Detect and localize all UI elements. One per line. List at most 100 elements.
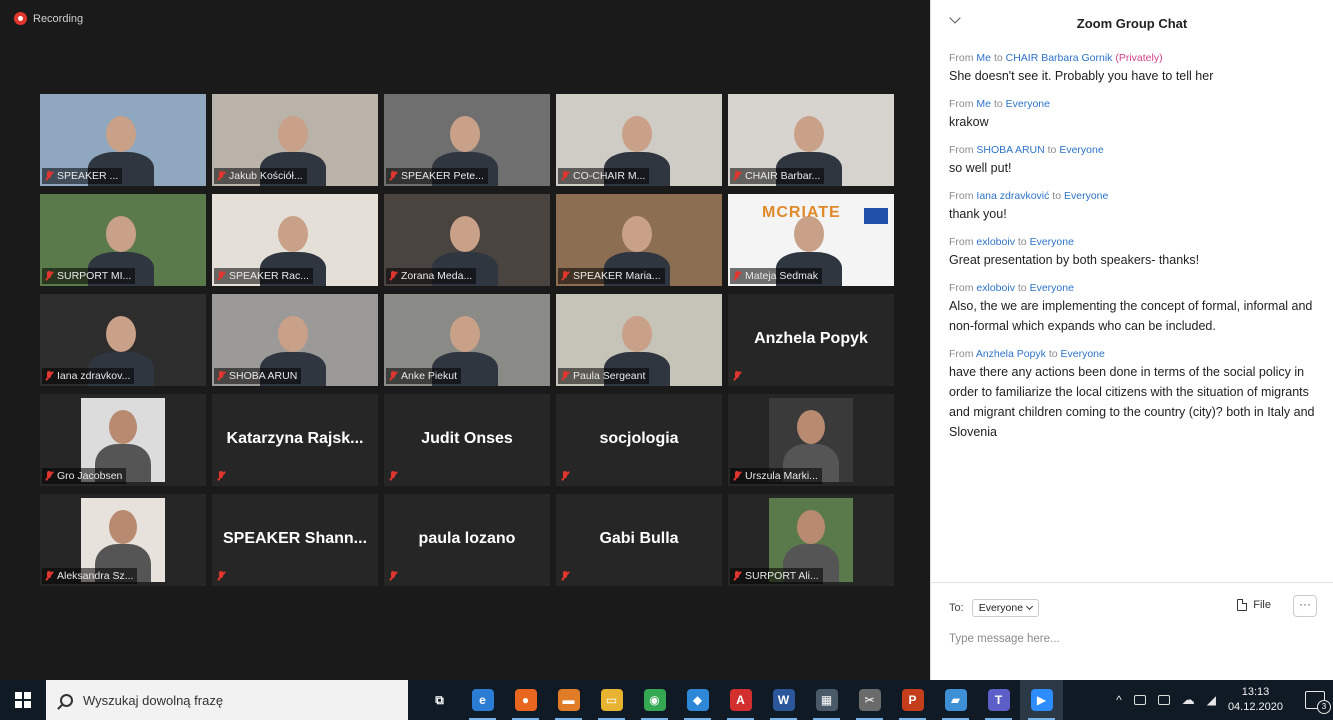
- collapse-chevron-icon[interactable]: [949, 12, 961, 24]
- muted-mic-icon: [216, 570, 226, 582]
- taskbar-app-powerpoint[interactable]: P: [891, 680, 934, 720]
- show-hidden-icons-icon[interactable]: ^: [1116, 693, 1122, 707]
- taskbar-app-chrome[interactable]: ◉: [633, 680, 676, 720]
- volume-icon[interactable]: ◢: [1207, 693, 1216, 707]
- taskbar-app-edge[interactable]: e: [461, 680, 504, 720]
- participant-tile[interactable]: MCRIATE Mateja Sedmak: [728, 194, 894, 286]
- taskbar-app-acrobat[interactable]: A: [719, 680, 762, 720]
- participant-tile[interactable]: SHOBA ARUN: [212, 294, 378, 386]
- participant-name: SPEAKER Pete...: [401, 170, 484, 182]
- message-sender-line: From SHOBA ARUN to Everyone: [949, 144, 1315, 156]
- to-label: To:: [949, 602, 964, 614]
- participant-tile[interactable]: SPEAKER Shann...: [212, 494, 378, 586]
- participant-tile[interactable]: SPEAKER Rac...: [212, 194, 378, 286]
- recording-indicator[interactable]: Recording: [14, 12, 83, 25]
- message-text: thank you!: [949, 207, 1007, 221]
- zoom-gallery-view: Recording SPEAKER ... Jakub Kościół... SPE…: [0, 0, 930, 680]
- message-text: so well put!: [949, 161, 1012, 175]
- participant-name-bar: Iana zdravkov...: [42, 368, 135, 384]
- participant-name: Gabi Bulla: [599, 530, 679, 547]
- chat-messages[interactable]: From Me to CHAIR Barbara Gornik (Private…: [931, 46, 1333, 442]
- chrome-icon: ◉: [643, 689, 666, 711]
- participant-tile[interactable]: Jakub Kościół...: [212, 94, 378, 186]
- taskbar-app-drive[interactable]: ◆: [676, 680, 719, 720]
- taskbar-app-screenshot-tool[interactable]: ✂: [848, 680, 891, 720]
- more-options-button[interactable]: ···: [1293, 595, 1317, 617]
- participant-tile[interactable]: Anke Piekut: [384, 294, 550, 386]
- recipient-name: Everyone: [1060, 348, 1105, 360]
- sender-name: exloboiv: [976, 282, 1015, 294]
- taskbar-app-firefox[interactable]: ●: [504, 680, 547, 720]
- message-text: Also, the we are implementing the concep…: [949, 299, 1313, 333]
- participant-tile[interactable]: Urszula Marki...: [728, 394, 894, 486]
- participant-tile[interactable]: CHAIR Barbar...: [728, 94, 894, 186]
- message-sender-line: From Anzhela Popyk to Everyone: [949, 348, 1315, 360]
- taskbar-app-files-app[interactable]: ▰: [934, 680, 977, 720]
- muted-mic-icon: [732, 370, 742, 382]
- file-icon: [1237, 599, 1248, 611]
- muted-mic-icon: [560, 370, 570, 382]
- to-label: to: [1017, 282, 1027, 294]
- participant-tile[interactable]: SPEAKER Maria...: [556, 194, 722, 286]
- taskbar-app-file-explorer[interactable]: ▭: [590, 680, 633, 720]
- participant-name-bar: SURPORT Ali...: [730, 568, 823, 584]
- to-label: to: [993, 98, 1003, 110]
- file-label: File: [1253, 599, 1271, 611]
- participant-tile[interactable]: socjologia: [556, 394, 722, 486]
- muted-mic-icon: [560, 170, 570, 182]
- participant-name: CHAIR Barbar...: [745, 170, 821, 182]
- network-icon[interactable]: [1133, 695, 1146, 705]
- taskbar-app-calculator[interactable]: ▦: [805, 680, 848, 720]
- muted-mic-icon: [388, 370, 398, 382]
- participant-tile[interactable]: Gabi Bulla: [556, 494, 722, 586]
- message-sender-line: From exloboiv to Everyone: [949, 282, 1315, 294]
- clock[interactable]: 13:13 04.12.2020: [1228, 685, 1283, 715]
- taskbar-app-task-view[interactable]: ⧉: [418, 680, 461, 720]
- battery-icon[interactable]: [1157, 695, 1170, 705]
- participant-tile[interactable]: Zorana Meda...: [384, 194, 550, 286]
- participant-tile[interactable]: SURPORT MI...: [40, 194, 206, 286]
- participant-tile[interactable]: Paula Sergeant: [556, 294, 722, 386]
- file-button[interactable]: File: [1237, 599, 1271, 611]
- recipient-name: Everyone: [1029, 282, 1074, 294]
- taskbar-app-teams[interactable]: T: [977, 680, 1020, 720]
- participant-tile[interactable]: Iana zdravkov...: [40, 294, 206, 386]
- action-center-icon[interactable]: 3: [1305, 691, 1331, 714]
- participant-tile[interactable]: Gro Jacobsen: [40, 394, 206, 486]
- participant-tile[interactable]: SPEAKER ...: [40, 94, 206, 186]
- participant-tile[interactable]: paula lozano: [384, 494, 550, 586]
- participant-name-bar: Urszula Marki...: [730, 468, 822, 484]
- chevron-down-icon: [1026, 602, 1034, 611]
- eu-flag-icon: [864, 208, 888, 224]
- participant-tile[interactable]: SPEAKER Pete...: [384, 94, 550, 186]
- muted-mic-icon: [560, 470, 570, 482]
- participant-name: Anke Piekut: [401, 370, 458, 382]
- participant-name: SPEAKER Rac...: [229, 270, 309, 282]
- participant-tile[interactable]: Judit Onses: [384, 394, 550, 486]
- taskbar-app-folder-briefcase[interactable]: ▬: [547, 680, 590, 720]
- cloud-icon[interactable]: ☁: [1182, 692, 1195, 708]
- calculator-icon: ▦: [815, 689, 838, 711]
- taskbar-app-word[interactable]: W: [762, 680, 805, 720]
- search-input[interactable]: [83, 692, 373, 708]
- participant-tile[interactable]: Anzhela Popyk: [728, 294, 894, 386]
- participant-name: Judit Onses: [421, 430, 513, 447]
- message-input[interactable]: [949, 633, 1315, 645]
- from-label: From: [949, 236, 974, 248]
- participant-name-bar: Mateja Sedmak: [730, 268, 822, 284]
- taskbar-search[interactable]: [46, 680, 408, 720]
- participant-tile[interactable]: Aleksandra Sz...: [40, 494, 206, 586]
- participant-tile[interactable]: SURPORT Ali...: [728, 494, 894, 586]
- muted-mic-icon: [560, 570, 570, 582]
- participant-name-bar: Anke Piekut: [386, 368, 462, 384]
- drive-icon: ◆: [686, 689, 709, 711]
- participant-name: SPEAKER Shann...: [222, 530, 368, 547]
- participant-tile[interactable]: CO-CHAIR M...: [556, 94, 722, 186]
- participant-name-bar: CO-CHAIR M...: [558, 168, 650, 184]
- clock-date: 04.12.2020: [1227, 701, 1283, 713]
- folder-briefcase-icon: ▬: [557, 689, 580, 711]
- participant-tile[interactable]: Katarzyna Rajsk...: [212, 394, 378, 486]
- taskbar-app-zoom[interactable]: ▶: [1020, 680, 1063, 720]
- start-button[interactable]: [0, 680, 46, 720]
- recipient-select[interactable]: Everyone: [971, 599, 1040, 617]
